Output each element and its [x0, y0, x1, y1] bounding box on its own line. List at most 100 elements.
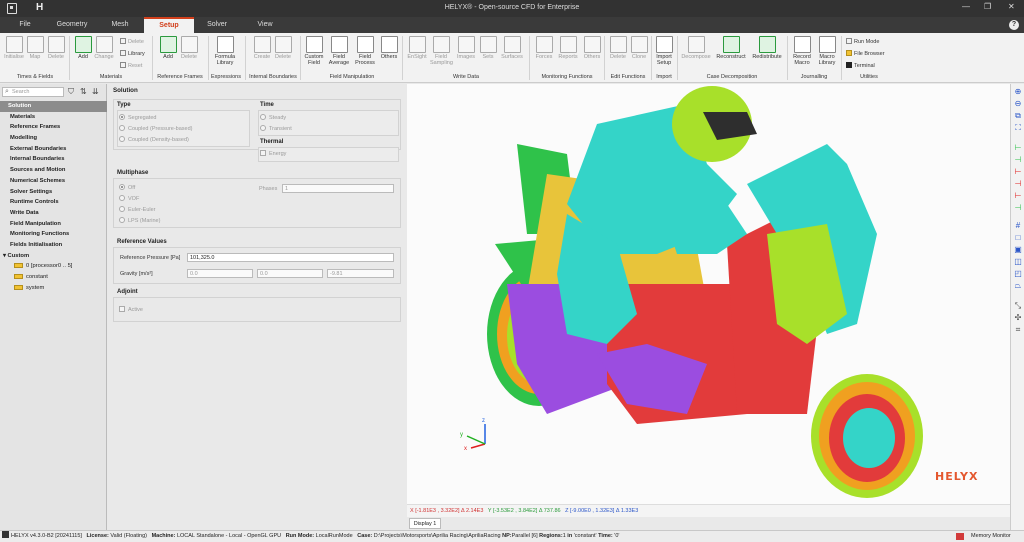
wireframe-icon[interactable]: ◫: [1014, 258, 1022, 266]
delete-material-button[interactable]: Delete: [120, 38, 144, 46]
zoom-out-icon[interactable]: ⊖: [1014, 100, 1022, 108]
zoom-box-icon[interactable]: ⧉: [1014, 112, 1022, 120]
material-library-button[interactable]: Library: [120, 50, 145, 58]
tree-item-sources-motion[interactable]: Sources and Motion: [0, 165, 107, 176]
images-button[interactable]: Images: [455, 36, 477, 60]
forces-button[interactable]: Forces: [533, 36, 555, 60]
redistribute-button[interactable]: Redistribute: [750, 36, 784, 60]
gravity-z-input[interactable]: -9.81: [327, 269, 394, 278]
radio-lps-marine[interactable]: LPS (Marine): [119, 217, 160, 225]
tab-geometry[interactable]: Geometry: [47, 17, 97, 33]
pick-icon[interactable]: ✣: [1014, 314, 1022, 322]
radio-vof[interactable]: VOF: [119, 195, 139, 203]
tree-item-numerical-schemes[interactable]: Numerical Schemes: [0, 176, 107, 187]
camera-icon[interactable]: ⏢: [1014, 282, 1022, 290]
tree-item-modelling[interactable]: Modelling: [0, 133, 107, 144]
monitor-others-button[interactable]: Others: [581, 36, 603, 60]
field-process-button[interactable]: Field Process: [354, 36, 376, 66]
view-x-plus-icon[interactable]: ⊢: [1014, 144, 1022, 152]
add-material-button[interactable]: Add: [72, 36, 94, 60]
radio-coupled-density[interactable]: Coupled (Density-based): [119, 136, 189, 144]
delete-function-button[interactable]: Delete: [607, 36, 629, 60]
tab-solver[interactable]: Solver: [192, 17, 242, 33]
view-x-minus-icon[interactable]: ⊣: [1014, 156, 1022, 164]
tree-item-materials[interactable]: Materials: [0, 112, 107, 123]
reference-pressure-input[interactable]: 101,325.0: [187, 253, 394, 262]
sort-icon[interactable]: ⇅: [80, 87, 87, 96]
field-average-button[interactable]: Field Average: [328, 36, 350, 66]
surfaces-button[interactable]: Surfaces: [501, 36, 523, 60]
radio-transient[interactable]: Transient: [260, 125, 292, 133]
clone-function-button[interactable]: Clone: [628, 36, 650, 60]
memory-monitor-icon[interactable]: [956, 533, 964, 540]
tab-mesh[interactable]: Mesh: [95, 17, 145, 33]
tree-item-solver-settings[interactable]: Solver Settings: [0, 187, 107, 198]
add-reference-frame-button[interactable]: Add: [157, 36, 179, 60]
delete-internal-boundary-button[interactable]: Delete: [272, 36, 294, 60]
close-icon[interactable]: ✕: [1008, 2, 1015, 11]
checkbox-energy[interactable]: Energy: [260, 150, 286, 158]
tree-item-custom[interactable]: ▾ Custom: [0, 251, 107, 262]
display-tab[interactable]: Display 1: [409, 518, 441, 529]
surface-icon[interactable]: ▣: [1014, 246, 1022, 254]
minimize-icon[interactable]: —: [962, 2, 970, 11]
tree-item-write-data[interactable]: Write Data: [0, 208, 107, 219]
grid-icon[interactable]: #: [1014, 222, 1022, 230]
initialise-button[interactable]: Initialise: [3, 36, 25, 60]
view-y-minus-icon[interactable]: ⊣: [1014, 180, 1022, 188]
tree-item-constant-folder[interactable]: constant: [0, 272, 107, 283]
tree-item-reference-frames[interactable]: Reference Frames: [0, 122, 107, 133]
tree-item-runtime-controls[interactable]: Runtime Controls: [0, 197, 107, 208]
gravity-y-input[interactable]: 0.0: [257, 269, 323, 278]
collapse-icon[interactable]: ⇊: [92, 87, 99, 96]
tab-file[interactable]: File: [0, 17, 50, 33]
file-browser-button[interactable]: File Browser: [846, 50, 885, 58]
import-setup-button[interactable]: Import Setup: [652, 36, 676, 66]
ensight-button[interactable]: EnSight: [406, 36, 428, 60]
tree-item-monitoring-functions[interactable]: Monitoring Functions: [0, 229, 107, 240]
run-mode-button[interactable]: Run Mode: [846, 38, 879, 46]
gravity-x-input[interactable]: 0.0: [187, 269, 253, 278]
tree-item-internal-boundaries[interactable]: Internal Boundaries: [0, 154, 107, 165]
view-y-plus-icon[interactable]: ⊢: [1014, 168, 1022, 176]
field-others-button[interactable]: Others: [378, 36, 400, 60]
radio-steady[interactable]: Steady: [260, 114, 286, 122]
tree-item-system-folder[interactable]: system: [0, 283, 107, 294]
reconstruct-button[interactable]: Reconstruct: [714, 36, 748, 60]
macro-library-button[interactable]: Macro Library: [816, 36, 838, 66]
change-material-button[interactable]: Change: [93, 36, 115, 60]
restore-icon[interactable]: ❐: [984, 2, 991, 11]
help-icon[interactable]: ?: [1009, 20, 1019, 30]
terminal-button[interactable]: Terminal: [846, 62, 875, 70]
delete-reference-frame-button[interactable]: Delete: [178, 36, 200, 60]
tree-item-external-boundaries[interactable]: External Boundaries: [0, 144, 107, 155]
tab-view[interactable]: View: [240, 17, 290, 33]
sets-button[interactable]: Sets: [477, 36, 499, 60]
tree-item-processor-folder[interactable]: 0 [processor0 .. 5]: [0, 261, 107, 272]
tree-search-input[interactable]: Search: [2, 87, 64, 97]
custom-field-button[interactable]: Custom Field: [303, 36, 325, 66]
tab-setup[interactable]: Setup: [144, 17, 194, 33]
screenshot-icon[interactable]: ⌗: [1014, 326, 1022, 334]
measure-icon[interactable]: ⤡: [1014, 302, 1022, 310]
3d-viewport[interactable]: z x y HELYX: [407, 84, 1010, 504]
reports-button[interactable]: Reports: [557, 36, 579, 60]
zoom-in-icon[interactable]: ⊕: [1014, 88, 1022, 96]
tree-item-solution[interactable]: Solution: [0, 101, 107, 112]
box-icon[interactable]: □: [1014, 234, 1022, 242]
record-macro-button[interactable]: Record Macro: [791, 36, 813, 66]
delete-time-button[interactable]: Delete: [45, 36, 67, 60]
reset-material-button[interactable]: Reset: [120, 62, 142, 70]
zoom-fit-icon[interactable]: ⛶: [1014, 124, 1022, 132]
tree-item-fields-initialisation[interactable]: Fields Initialisation: [0, 240, 107, 251]
phases-input[interactable]: 1: [282, 184, 394, 193]
radio-off[interactable]: Off: [119, 184, 135, 192]
map-button[interactable]: Map: [24, 36, 46, 60]
radio-coupled-pressure[interactable]: Coupled (Pressure-based): [119, 125, 193, 133]
view-z-minus-icon[interactable]: ⊣: [1014, 204, 1022, 212]
checkbox-active[interactable]: Active: [119, 306, 143, 314]
radio-segregated[interactable]: Segregated: [119, 114, 156, 122]
tree-item-field-manipulation[interactable]: Field Manipulation: [0, 219, 107, 230]
decompose-button[interactable]: Decompose: [681, 36, 711, 60]
memory-monitor-label[interactable]: Memory Monitor: [971, 531, 1011, 542]
